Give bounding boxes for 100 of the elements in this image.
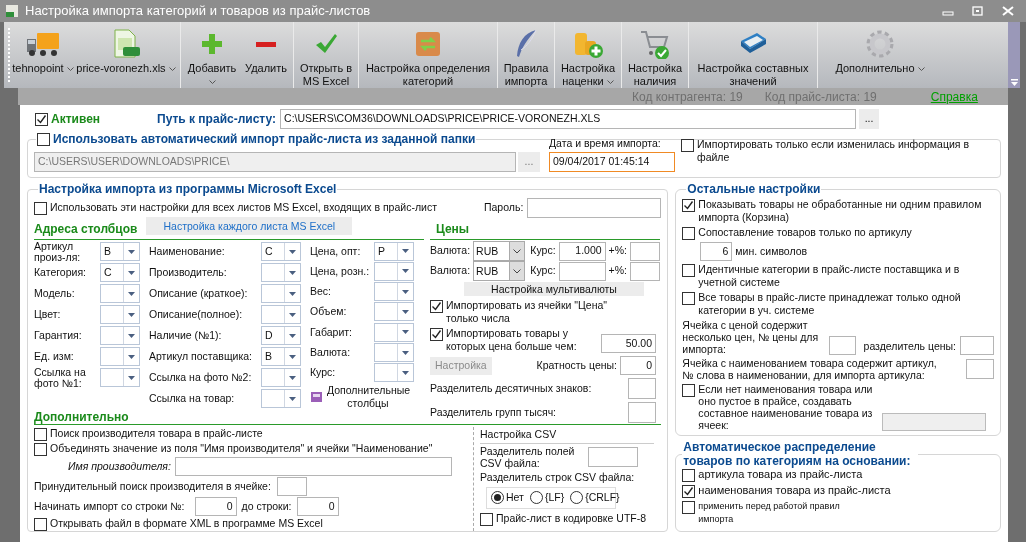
text-field[interactable]: C:\USERS\COM36\DOWNLOADS\PRICE\PRICE-VORONEZH.XLS	[280, 109, 857, 129]
toolbar-button[interactable]: Настройка наличия	[624, 22, 686, 88]
dropdown[interactable]: C	[261, 242, 301, 261]
radio-button[interactable]	[491, 491, 504, 504]
checkbox[interactable]	[34, 443, 47, 456]
chevron-down-icon	[513, 268, 522, 274]
checkbox[interactable]	[682, 227, 696, 240]
caret-icon	[128, 270, 135, 275]
text-field[interactable]: C:\USERS\USER\DOWNLOADS\PRICE\	[34, 151, 516, 172]
caret-icon	[402, 249, 409, 254]
dropdown[interactable]	[374, 343, 414, 363]
text-field[interactable]	[628, 402, 656, 423]
checkbox[interactable]	[34, 428, 47, 441]
text-field[interactable]: 6	[700, 242, 733, 261]
dropdown[interactable]	[261, 263, 301, 282]
toolbar-button[interactable]: Настройка определения категорий	[361, 22, 495, 88]
dropdown[interactable]	[374, 302, 414, 322]
text-field[interactable]	[828, 336, 856, 355]
dropdown[interactable]	[100, 368, 140, 387]
dropdown[interactable]	[261, 368, 301, 387]
field-label: Разделитель групп тысяч:	[430, 404, 557, 420]
browse-button[interactable]: ...	[859, 109, 880, 129]
field-label: Валюта:	[430, 263, 471, 279]
dropdown[interactable]	[261, 305, 301, 324]
checkbox[interactable]	[682, 292, 696, 305]
field-label: Ссылка на фото №2:	[149, 372, 253, 383]
text-field[interactable]: 09/04/2017 01:45:14	[549, 151, 675, 172]
dropdown[interactable]	[100, 347, 140, 366]
field-label: Если нет наименования товара или оно пустое в прайсе, создавать составное наименование товара из ячеек:	[698, 383, 874, 431]
text-field[interactable]	[630, 241, 660, 261]
checkbox[interactable]	[681, 139, 694, 152]
field-label: Ячейка с наименованием товара содержит артикул, № слова в наименовании, для импорта артикула:	[682, 357, 938, 381]
browse-button[interactable]: ...	[518, 151, 540, 172]
sheet-settings-button[interactable]: Настройка каждого листа MS Excel	[146, 217, 353, 235]
toolbar-button[interactable]: Добавить	[183, 22, 241, 88]
field-label: Настройка CSV	[480, 428, 557, 440]
toolbar-button[interactable]: Открыть в MS Excel	[296, 22, 356, 88]
text-field[interactable]: 0	[296, 497, 339, 516]
dropdown[interactable]	[374, 282, 414, 302]
dropdown[interactable]	[261, 389, 301, 408]
dropdown[interactable]: RUB	[473, 241, 526, 261]
dropdown[interactable]	[100, 305, 140, 324]
extra-columns-button[interactable]: Дополнительные столбцы	[310, 383, 414, 410]
toolbar-button[interactable]: Удалить	[241, 22, 291, 88]
toolbar-button[interactable]: Настройка составных значений	[691, 22, 815, 88]
dropdown[interactable]: B	[100, 242, 140, 261]
text-field[interactable]	[628, 378, 656, 399]
toolbar-button[interactable]: tehnopoint	[12, 22, 74, 88]
checkbox[interactable]	[35, 113, 48, 126]
checkbox[interactable]	[37, 133, 50, 146]
text-field[interactable]: 50.00	[601, 334, 656, 353]
multicurrency-button[interactable]: Настройка мультивалюты	[464, 282, 644, 296]
checkbox-label: артикула товара из прайс-листа	[698, 468, 863, 481]
dropdown[interactable]: C	[100, 263, 140, 282]
text-field[interactable]	[630, 261, 660, 281]
toolbar-button[interactable]: Настройка наценки	[557, 22, 619, 88]
checkbox[interactable]	[682, 501, 696, 514]
text-field[interactable]: 0	[620, 356, 656, 375]
maximize-icon[interactable]	[972, 6, 984, 16]
checkbox[interactable]	[34, 202, 47, 215]
checkbox[interactable]	[682, 384, 696, 397]
text-field[interactable]	[882, 413, 987, 431]
checkbox[interactable]	[34, 518, 47, 531]
dropdown[interactable]	[374, 322, 414, 342]
field-label: Курс:	[530, 263, 556, 279]
dropdown[interactable]	[374, 261, 414, 281]
checkbox[interactable]	[480, 512, 493, 526]
text-field[interactable]	[276, 477, 307, 496]
text-field[interactable]	[588, 446, 638, 467]
text-field[interactable]	[960, 336, 994, 355]
close-icon[interactable]	[1002, 6, 1014, 16]
caret-icon	[289, 312, 296, 317]
checkbox[interactable]	[682, 264, 696, 277]
checkbox[interactable]	[682, 199, 696, 212]
checkbox[interactable]	[682, 485, 696, 498]
dropdown[interactable]	[100, 326, 140, 345]
checkbox[interactable]	[682, 469, 696, 482]
overflow-icon[interactable]	[1010, 79, 1018, 86]
text-field[interactable]	[558, 261, 606, 281]
toolbar-button[interactable]: price-voronezh.xls	[74, 22, 178, 88]
text-field[interactable]	[174, 457, 452, 476]
book-icon	[310, 389, 324, 404]
toolbar-button[interactable]: Правила импорта	[500, 22, 552, 88]
checkbox[interactable]	[430, 300, 443, 313]
radio-button[interactable]	[529, 491, 543, 504]
radio-button[interactable]	[570, 491, 584, 504]
text-field[interactable]	[966, 359, 994, 379]
toolbar-button[interactable]: Дополнительно	[820, 22, 940, 88]
dropdown[interactable]	[374, 363, 414, 383]
checkbox-label: применить перед работой правил импорта	[698, 500, 841, 526]
dropdown[interactable]	[100, 284, 140, 303]
dropdown[interactable]	[261, 284, 301, 303]
dropdown[interactable]: B	[261, 347, 301, 366]
dropdown[interactable]: P	[374, 241, 414, 261]
text-field[interactable]: 1.000	[558, 241, 606, 261]
checkbox[interactable]	[430, 328, 443, 341]
dropdown[interactable]: D	[261, 326, 301, 345]
text-field[interactable]: 0	[194, 497, 237, 516]
dropdown[interactable]: RUB	[473, 261, 526, 281]
text-field[interactable]	[527, 198, 662, 218]
